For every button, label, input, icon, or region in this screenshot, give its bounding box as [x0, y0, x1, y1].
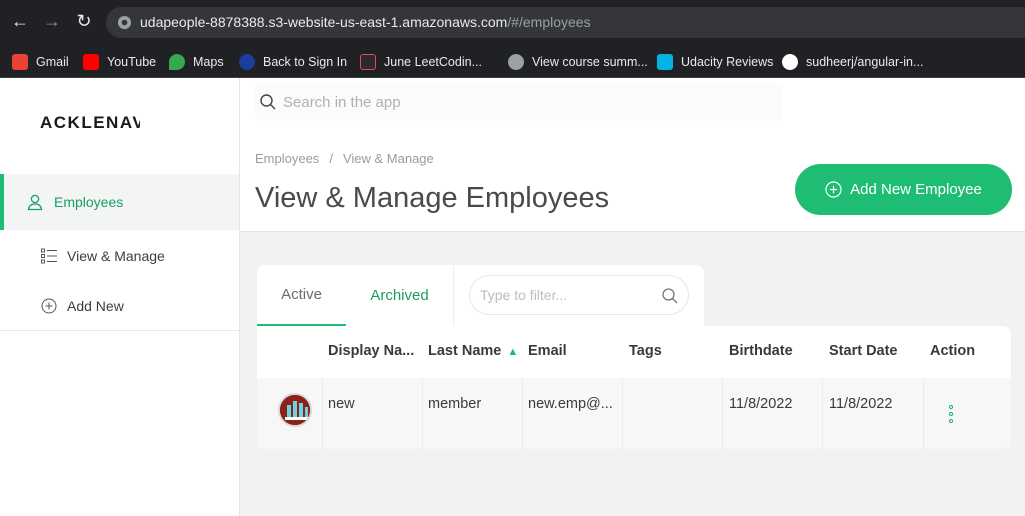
column-header-action: Action	[930, 343, 976, 359]
filter-box[interactable]	[469, 275, 689, 315]
sidebar-item-view-manage[interactable]: View & Manage	[0, 228, 239, 284]
column-header-start-date[interactable]: Start Date	[829, 343, 898, 359]
cell-divider	[923, 378, 924, 449]
url-text: udapeople-8878388.s3-website-us-east-1.a…	[140, 14, 591, 30]
table-row[interactable]: new member new.emp@... 11/8/2022 11/8/20…	[257, 378, 1011, 449]
maps-icon	[169, 54, 185, 70]
globe-icon	[239, 54, 255, 70]
bookmark-maps[interactable]: Maps	[169, 53, 224, 71]
bookmark-github[interactable]: sudheerj/angular-in...	[782, 53, 923, 71]
avatar-pattern-icon	[280, 395, 310, 425]
column-header-tags[interactable]: Tags	[629, 343, 662, 359]
sidebar-item-add-new[interactable]: Add New	[0, 278, 239, 334]
udacity-icon	[657, 54, 673, 70]
filter-input[interactable]	[480, 284, 650, 306]
bookmark-label: Gmail	[36, 55, 69, 69]
cell-last-name: member	[428, 396, 482, 412]
bookmark-gmail[interactable]: Gmail	[12, 53, 69, 71]
breadcrumb-separator: /	[329, 151, 333, 166]
cell-display-name: new	[328, 396, 355, 412]
avatar	[278, 393, 312, 427]
bookmark-leetcoding[interactable]: June LeetCodin...	[360, 53, 482, 71]
bookmark-label: Maps	[193, 55, 224, 69]
add-new-employee-button[interactable]: Add New Employee	[795, 164, 1012, 215]
sidebar-divider	[0, 330, 239, 331]
user-icon	[27, 194, 43, 211]
tab-active[interactable]: Active	[257, 265, 346, 326]
bookmark-back-to-sign-in[interactable]: Back to Sign In	[239, 53, 347, 71]
bookmark-label: June LeetCodin...	[384, 55, 482, 69]
site-info-icon[interactable]	[117, 15, 132, 30]
browser-toolbar: ← → ↻ udapeople-8878388.s3-website-us-ea…	[0, 0, 1025, 44]
column-header-birthdate[interactable]: Birthdate	[729, 343, 793, 359]
cell-divider	[622, 378, 623, 449]
list-icon	[41, 248, 57, 264]
search-input[interactable]	[283, 89, 763, 115]
bookmark-label: sudheerj/angular-in...	[806, 55, 924, 69]
tab-archived[interactable]: Archived	[346, 265, 453, 326]
forward-arrow-icon[interactable]: →	[41, 10, 63, 32]
globe-icon	[508, 54, 524, 70]
bookmarks-bar: Gmail YouTube Maps Back to Sign In June …	[0, 44, 1025, 78]
cell-divider	[722, 378, 723, 449]
table-header: Display Na... Last Name ▲ Email Tags Birt…	[257, 326, 1011, 378]
sort-ascending-icon: ▲	[507, 346, 519, 358]
back-arrow-icon[interactable]: ←	[9, 10, 31, 32]
sidebar-item-label: View & Manage	[67, 248, 165, 264]
url-host: udapeople-8878388.s3-website-us-east-1.a…	[140, 14, 508, 30]
bookmark-youtube[interactable]: YouTube	[83, 53, 156, 71]
bookmark-label: YouTube	[107, 55, 157, 69]
search-icon	[260, 94, 276, 110]
column-header-display-name[interactable]: Display Na...	[328, 343, 414, 359]
search-icon[interactable]	[661, 287, 679, 305]
url-path: /#/employees	[507, 14, 591, 30]
tab-divider	[453, 265, 454, 326]
gmail-icon	[12, 54, 28, 70]
plus-circle-icon	[825, 181, 842, 198]
plus-circle-icon	[41, 298, 57, 314]
sidebar: ACKLENAVENUE Employees View & Manage Add…	[0, 78, 240, 516]
add-button-label: Add New Employee	[850, 181, 982, 198]
employees-table: Display Na... Last Name ▲ Email Tags Birt…	[257, 326, 1011, 449]
sidebar-item-label: Add New	[67, 298, 124, 314]
employee-tabs: Active Archived	[257, 265, 704, 326]
address-bar[interactable]: udapeople-8878388.s3-website-us-east-1.a…	[106, 7, 1025, 38]
cell-divider	[822, 378, 823, 449]
app-search[interactable]	[255, 83, 783, 121]
breadcrumb-item-employees[interactable]: Employees	[255, 151, 319, 166]
breadcrumb: Employees / View & Manage	[255, 151, 434, 166]
cell-birthdate: 11/8/2022	[729, 396, 793, 412]
cell-divider	[522, 378, 523, 449]
github-icon	[782, 54, 798, 70]
more-actions-icon[interactable]	[947, 404, 955, 424]
page-header: Employees / View & Manage View & Manage Em…	[240, 78, 1025, 232]
sidebar-item-label: Employees	[54, 194, 124, 210]
column-header-last-name[interactable]: Last Name ▲	[428, 343, 518, 359]
bookmark-label: View course summ...	[532, 55, 648, 69]
sidebar-item-employees[interactable]: Employees	[0, 174, 239, 230]
column-header-email[interactable]: Email	[528, 343, 567, 359]
cell-start-date: 11/8/2022	[829, 396, 893, 412]
app-logo[interactable]: ACKLENAVENUE	[40, 113, 140, 133]
cell-divider	[322, 378, 323, 449]
page-title: View & Manage Employees	[255, 182, 610, 214]
bookmark-udacity-reviews[interactable]: Udacity Reviews	[657, 53, 773, 71]
cell-email: new.emp@...	[528, 396, 613, 412]
main-content: Active Archived Display Na... Last Name ▲…	[240, 232, 1025, 516]
breadcrumb-item-view-manage: View & Manage	[342, 151, 434, 166]
reload-icon[interactable]: ↻	[73, 10, 95, 32]
rocket-icon	[360, 54, 376, 70]
column-header-label: Last Name	[428, 343, 502, 359]
cell-divider	[422, 378, 423, 449]
bookmark-label: Back to Sign In	[263, 55, 348, 69]
bookmark-label: Udacity Reviews	[681, 55, 774, 69]
youtube-icon	[83, 54, 99, 70]
bookmark-course-summary[interactable]: View course summ...	[508, 53, 648, 71]
